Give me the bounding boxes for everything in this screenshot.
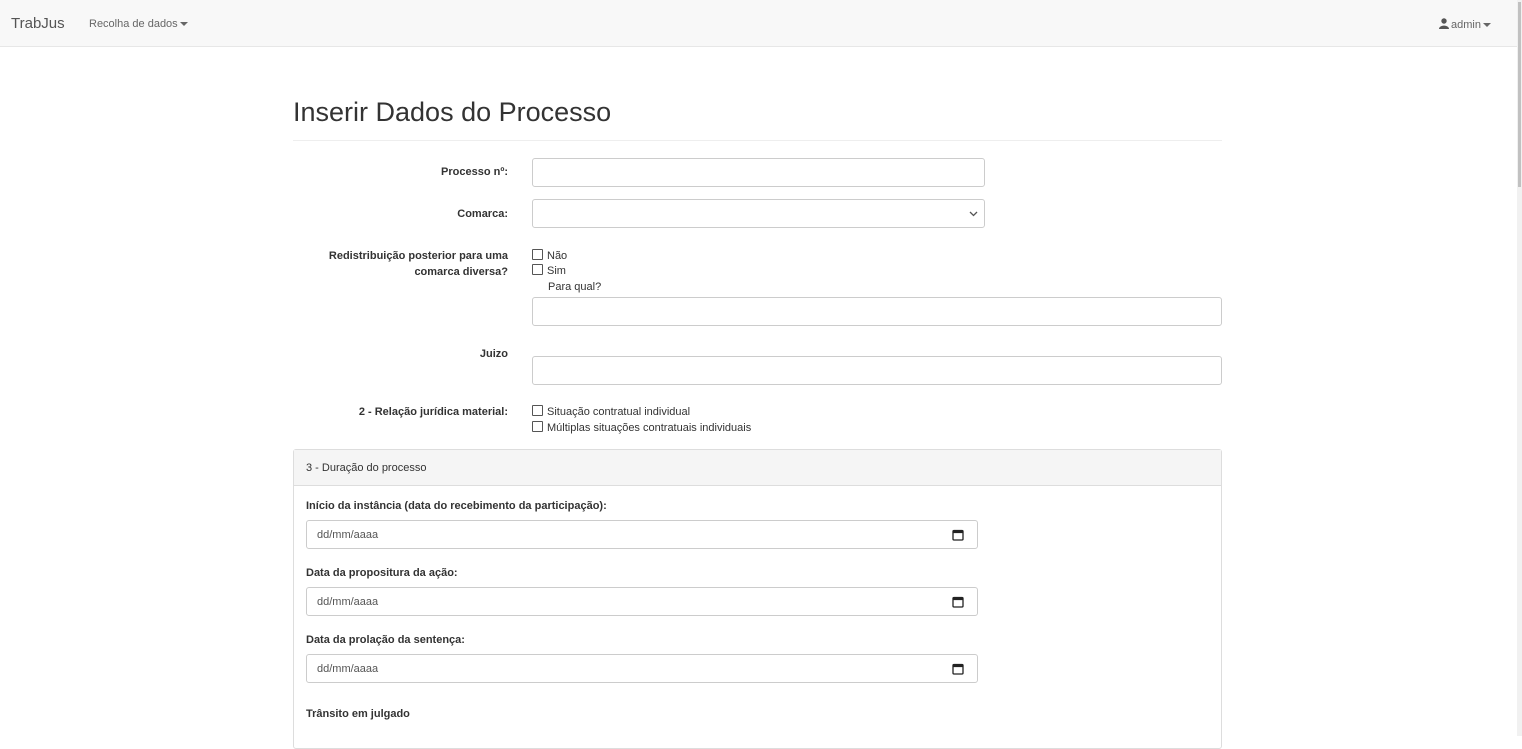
title-divider (293, 140, 1222, 141)
juizo-label: Juizo (479, 348, 508, 360)
brand-link[interactable]: TrabJus (11, 15, 65, 32)
redistribuicao-label-line1: Redistribuição posterior para uma (328, 250, 508, 262)
comarca-select[interactable] (532, 199, 985, 228)
relacao-label: 2 - Relação jurídica material: (358, 406, 508, 418)
relacao-individual-option[interactable]: Situação contratual individual (532, 405, 690, 419)
caret-down-icon (179, 22, 188, 27)
caret-down-icon (1483, 23, 1491, 28)
checkbox[interactable] (532, 264, 543, 275)
redistribuicao-sim-option[interactable]: Sim (532, 264, 566, 278)
user-icon (1439, 18, 1450, 29)
user-menu[interactable]: admin (1439, 18, 1491, 31)
page-title: Inserir Dados do Processo (293, 97, 612, 127)
para-qual-input[interactable] (532, 297, 1222, 326)
user-name: admin (1451, 19, 1481, 31)
option-label: Sim (547, 265, 566, 277)
redistribuicao-nao-option[interactable]: Não (532, 249, 567, 263)
prolacao-date-input[interactable]: dd/mm/aaaa (306, 654, 978, 683)
calendar-icon[interactable] (952, 663, 964, 675)
recolha-dados-menu[interactable]: Recolha de dados (89, 18, 188, 30)
juizo-input[interactable] (532, 356, 1222, 385)
panel-heading: 3 - Duração do processo (294, 450, 1221, 486)
scrollbar[interactable] (1517, 0, 1522, 736)
calendar-icon[interactable] (952, 596, 964, 608)
processo-label: Processo nº: (441, 166, 508, 178)
top-navbar: TrabJus Recolha de dados admin (0, 0, 1517, 47)
date-placeholder: dd/mm/aaaa (317, 663, 379, 675)
option-label: Não (547, 250, 568, 262)
propositura-label: Data da propositura da ação: (306, 567, 458, 579)
relacao-multiplas-option[interactable]: Múltiplas situações contratuais individu… (532, 421, 751, 435)
transito-label: Trânsito em julgado (306, 708, 410, 720)
panel-title: 3 - Duração do processo (306, 462, 427, 474)
option-label: Situação contratual individual (547, 406, 691, 418)
checkbox[interactable] (532, 421, 543, 432)
scrollbar-thumb[interactable] (1518, 2, 1521, 187)
prolacao-label: Data da prolação da sentença: (306, 634, 465, 646)
inicio-instancia-label: Início da instância (data do recebimento… (306, 500, 607, 512)
redistribuicao-label-line2: comarca diversa? (414, 266, 508, 278)
calendar-icon[interactable] (952, 529, 964, 541)
date-placeholder: dd/mm/aaaa (317, 596, 379, 608)
recolha-dados-label: Recolha de dados (89, 18, 178, 30)
redistribuicao-label: Redistribuição posterior para uma comarc… (329, 248, 508, 280)
checkbox[interactable] (532, 405, 543, 416)
checkbox[interactable] (532, 249, 543, 260)
option-label: Múltiplas situações contratuais individu… (547, 422, 752, 434)
propositura-date-input[interactable]: dd/mm/aaaa (306, 587, 978, 616)
chevron-down-icon (969, 211, 978, 217)
inicio-instancia-date-input[interactable]: dd/mm/aaaa (306, 520, 978, 549)
processo-input[interactable] (532, 158, 985, 187)
date-placeholder: dd/mm/aaaa (317, 529, 379, 541)
para-qual-label: Para qual? (548, 281, 602, 293)
comarca-label: Comarca: (457, 208, 508, 220)
